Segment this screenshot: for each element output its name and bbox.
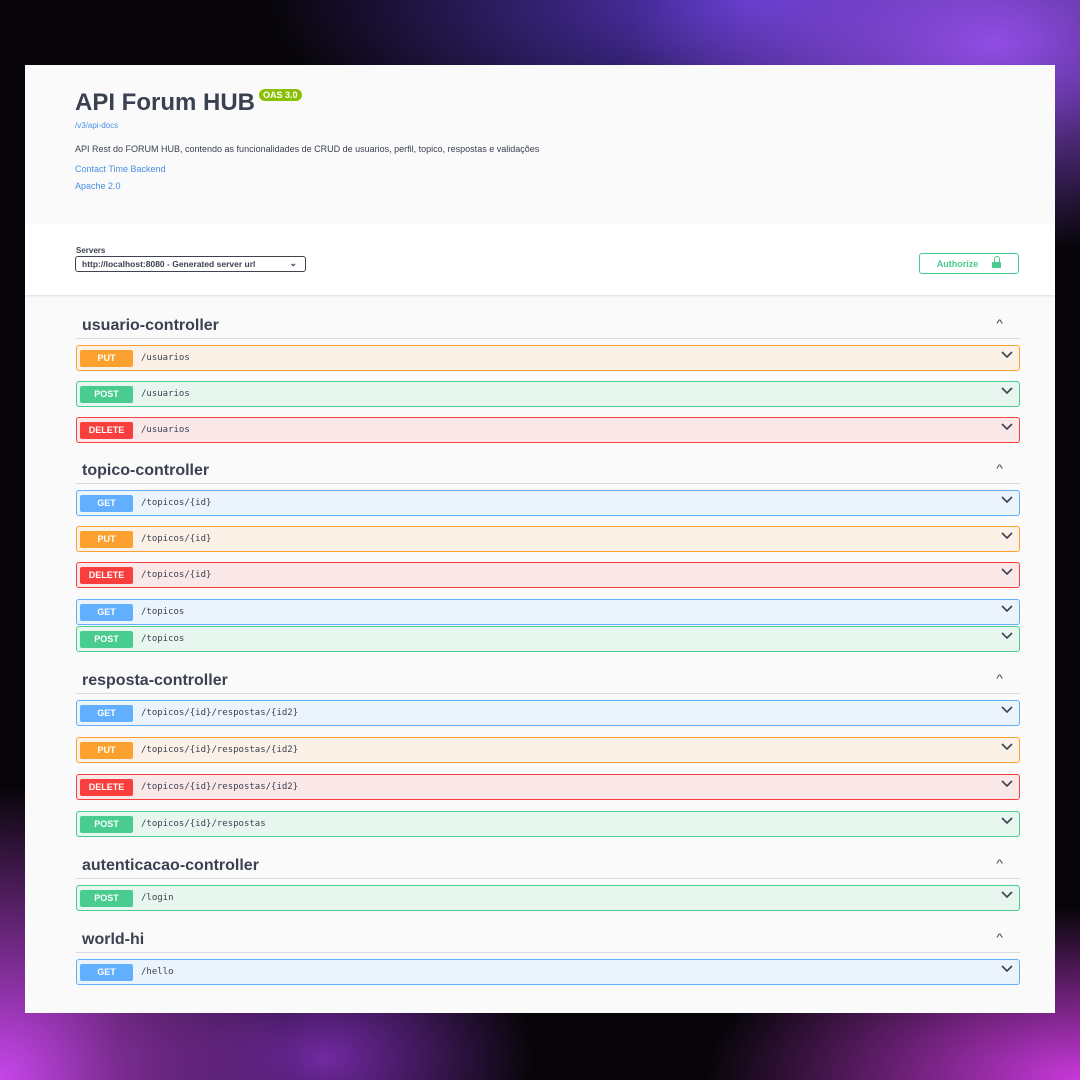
- operation-post[interactable]: POST/login: [76, 885, 1020, 911]
- operation-put[interactable]: PUT/topicos/{id}: [76, 526, 1020, 552]
- operation-path: /topicos/{id}: [141, 570, 212, 580]
- operation-put[interactable]: PUT/topicos/{id}/respostas/{id2}: [76, 737, 1020, 763]
- tag-name: usuario-controller: [82, 317, 219, 334]
- operation-path: /hello: [141, 967, 174, 977]
- lock-icon: [992, 256, 1002, 268]
- operation-path: /usuarios: [141, 353, 190, 363]
- server-select[interactable]: http://localhost:8080 - Generated server…: [75, 256, 306, 272]
- chevron-down-icon[interactable]: [1001, 632, 1013, 642]
- chevron-down-icon[interactable]: [1001, 706, 1013, 716]
- server-select-value: http://localhost:8080 - Generated server…: [82, 259, 256, 269]
- method-badge: PUT: [80, 741, 133, 759]
- chevron-down-icon[interactable]: [1001, 965, 1013, 975]
- chevron-down-icon[interactable]: [1001, 568, 1013, 578]
- operation-post[interactable]: POST/usuarios: [76, 381, 1020, 407]
- operation-put[interactable]: PUT/usuarios: [76, 345, 1020, 371]
- operation-path: /topicos/{id}: [141, 498, 212, 508]
- chevron-down-icon[interactable]: [1001, 780, 1013, 790]
- method-badge: GET: [80, 704, 133, 722]
- method-badge: DELETE: [80, 566, 133, 584]
- operation-path: /topicos: [141, 634, 185, 644]
- tag-name: topico-controller: [82, 462, 210, 479]
- operation-path: /login: [141, 893, 174, 903]
- tag-name: resposta-controller: [82, 672, 228, 689]
- operation-get[interactable]: GET/topicos/{id}/respostas/{id2}: [76, 700, 1020, 726]
- method-badge: POST: [80, 385, 133, 403]
- operation-post[interactable]: POST/topicos/{id}/respostas: [76, 811, 1020, 837]
- operation-path: /usuarios: [141, 389, 190, 399]
- license-link[interactable]: Apache 2.0: [75, 181, 1015, 191]
- chevron-down-icon[interactable]: [1001, 351, 1013, 361]
- tag-section-header[interactable]: usuario-controller ^: [76, 308, 1020, 339]
- method-badge: POST: [80, 815, 133, 833]
- method-badge: GET: [80, 603, 133, 621]
- method-badge: GET: [80, 494, 133, 512]
- tag-section-header[interactable]: autenticacao-controller ^: [76, 848, 1020, 879]
- chevron-down-icon[interactable]: [1001, 743, 1013, 753]
- operation-delete[interactable]: DELETE/topicos/{id}/respostas/{id2}: [76, 774, 1020, 800]
- operation-get[interactable]: GET/topicos: [76, 599, 1020, 625]
- operation-path: /topicos/{id}: [141, 534, 212, 544]
- tag-name: autenticacao-controller: [82, 857, 259, 874]
- operation-path: /topicos/{id}/respostas/{id2}: [141, 782, 299, 792]
- chevron-up-icon[interactable]: ^: [996, 318, 1003, 330]
- chevron-up-icon[interactable]: ^: [996, 673, 1003, 685]
- contact-link[interactable]: Contact Time Backend: [75, 164, 1015, 174]
- spec-url-link[interactable]: /v3/api-docs: [75, 121, 1015, 130]
- chevron-down-icon[interactable]: [1001, 891, 1013, 901]
- method-badge: DELETE: [80, 421, 133, 439]
- operation-get[interactable]: GET/topicos/{id}: [76, 490, 1020, 516]
- method-badge: PUT: [80, 349, 133, 367]
- chevron-down-icon[interactable]: [1001, 532, 1013, 542]
- page-title: API Forum HUB: [75, 89, 255, 116]
- tag-name: world-hi: [82, 931, 145, 948]
- operation-path: /topicos/{id}/respostas/{id2}: [141, 745, 299, 755]
- operation-post[interactable]: POST/topicos: [76, 626, 1020, 652]
- authorize-label: Authorize: [936, 258, 979, 269]
- chevron-down-icon[interactable]: [1001, 423, 1013, 433]
- authorize-button[interactable]: Authorize: [919, 253, 1019, 274]
- operation-path: /topicos: [141, 607, 185, 617]
- swagger-page: API Forum HUB OAS 3.0 /v3/api-docs API R…: [25, 65, 1055, 1013]
- chevron-down-icon[interactable]: [1001, 496, 1013, 506]
- operation-get[interactable]: GET/hello: [76, 959, 1020, 985]
- chevron-down-icon: ⌄: [289, 258, 297, 268]
- servers-bar: Servers http://localhost:8080 - Generate…: [25, 223, 1055, 295]
- operation-delete[interactable]: DELETE/topicos/{id}: [76, 562, 1020, 588]
- operation-path: /topicos/{id}/respostas/{id2}: [141, 708, 299, 718]
- chevron-down-icon[interactable]: [1001, 605, 1013, 615]
- tag-section-header[interactable]: resposta-controller ^: [76, 663, 1020, 694]
- chevron-down-icon[interactable]: [1001, 387, 1013, 397]
- chevron-down-icon[interactable]: [1001, 817, 1013, 827]
- method-badge: PUT: [80, 530, 133, 548]
- method-badge: DELETE: [80, 778, 133, 796]
- api-description: API Rest do FORUM HUB, contendo as funci…: [75, 144, 540, 154]
- tag-section-header[interactable]: world-hi ^: [76, 922, 1020, 953]
- tag-section-header[interactable]: topico-controller ^: [76, 453, 1020, 484]
- servers-label: Servers: [76, 246, 106, 255]
- version-badge: OAS 3.0: [259, 89, 302, 101]
- method-badge: POST: [80, 630, 133, 648]
- chevron-up-icon[interactable]: ^: [996, 463, 1003, 475]
- operation-path: /topicos/{id}/respostas: [141, 819, 266, 829]
- title-row: API Forum HUB OAS 3.0: [75, 89, 1015, 117]
- method-badge: POST: [80, 889, 133, 907]
- method-badge: GET: [80, 963, 133, 981]
- chevron-up-icon[interactable]: ^: [996, 932, 1003, 944]
- operation-delete[interactable]: DELETE/usuarios: [76, 417, 1020, 443]
- chevron-up-icon[interactable]: ^: [996, 858, 1003, 870]
- api-info: API Forum HUB OAS 3.0 /v3/api-docs API R…: [75, 89, 1015, 191]
- operation-path: /usuarios: [141, 425, 190, 435]
